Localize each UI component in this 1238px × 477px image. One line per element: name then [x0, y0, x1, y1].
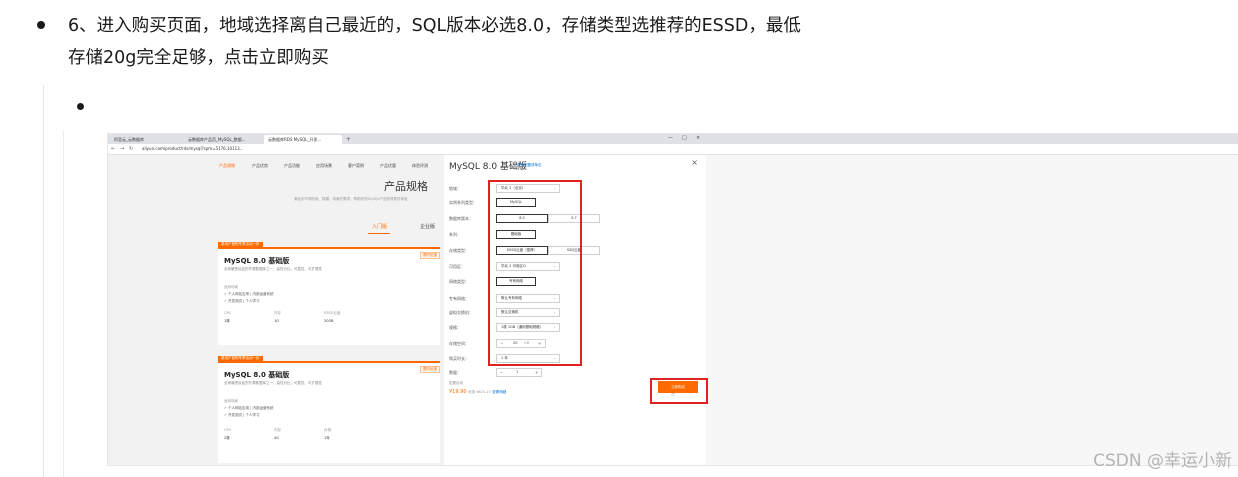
nav-tab[interactable]: 产品规格 [219, 163, 235, 169]
card-badge: 限时优惠 [420, 366, 440, 373]
close-window-icon[interactable]: × [696, 134, 700, 143]
indent-guide-nested [63, 130, 64, 477]
field-label: 数据库版本： [449, 216, 473, 221]
field-label: 存储空间： [449, 341, 469, 346]
page-margin [108, 155, 214, 465]
card-scenario-label: 适用场景 [224, 285, 238, 289]
price-value: ¥19.90 [449, 389, 467, 395]
nav-tab[interactable]: 产品优势 [252, 163, 268, 169]
field-label: 系列： [449, 232, 461, 237]
tier-underline [368, 233, 390, 234]
promo-tag: 新用户首购专享活动一折 [218, 356, 263, 361]
field-label: 网络类型： [449, 279, 469, 284]
watermark: CSDN @幸运小新 [1093, 451, 1232, 471]
address-bar: ← → ↻ aliyun.com/product/rds/mysql?spm=5… [108, 144, 1238, 155]
spec-value: 2核 [224, 436, 230, 440]
card-feature: ✓ 开发测试 | 个人学习 [224, 299, 260, 303]
product-card[interactable]: 新用户首购专享活动一折 限时优惠 MySQL 8.0 基础版 全球最受欢迎的开源… [218, 356, 440, 463]
field-label: 实例系列类型： [449, 200, 477, 205]
panel-title: MySQL 8.0 基础版 [449, 162, 527, 172]
highlight-box-options [488, 180, 582, 366]
increment-button[interactable]: + [535, 369, 538, 376]
back-icon[interactable]: ← [111, 144, 115, 154]
quantity-stepper[interactable]: − 1 + [496, 368, 542, 377]
reload-icon[interactable]: ↻ [129, 144, 133, 154]
field-label: 规格： [449, 325, 461, 330]
spec-header: ESSD云盘 [324, 311, 341, 315]
price: ¥19.90 优惠 ¥625.10 查看明细 [449, 389, 506, 395]
nav-tab[interactable]: 产品功能 [284, 163, 300, 169]
price-note: 优惠 ¥625.10 [468, 390, 491, 394]
web-page: 产品规格 产品优势 产品功能 应用场景 客户案例 产品优惠 体验评测 产品规格 … [108, 155, 1238, 465]
field-label: 数量： [449, 370, 461, 375]
spec-header: CPU [224, 311, 232, 315]
price-detail-link[interactable]: 查看明细 [492, 390, 506, 394]
step-line-2: 存储20g完全足够，点击立即购买 [68, 48, 329, 68]
field-label: 地域： [449, 186, 461, 191]
card-scenario-label: 适用场景 [224, 399, 238, 403]
spec-header: CPU [224, 428, 232, 432]
browser-tab-active[interactable]: 云数据库RDS MySQL_开发... [264, 135, 342, 144]
card-title: MySQL 8.0 基础版 [224, 371, 290, 379]
spec-value: 1G [274, 319, 279, 323]
card-title: MySQL 8.0 基础版 [224, 257, 290, 265]
embedded-screenshot: 阿里云_云数据库 云数据库产品页_MySQL_数据... 云数据库RDS MyS… [107, 133, 1238, 466]
spec-value: 20GB [324, 319, 334, 323]
product-content: 产品规格 产品优势 产品功能 应用场景 客户案例 产品优惠 体验评测 产品规格 … [214, 155, 444, 465]
nav-tab[interactable]: 体验评测 [412, 163, 428, 169]
product-card[interactable]: 新用户首购专享活动一折 限时优惠 MySQL 8.0 基础版 全球最受欢迎的开源… [218, 242, 440, 345]
indent-guide [43, 85, 44, 477]
spec-header: 内存 [274, 428, 281, 432]
new-tab-button[interactable]: + [346, 135, 351, 144]
more-config-link[interactable]: 更多配置请单击 [517, 163, 542, 168]
price-label: 配置费用 [449, 381, 463, 385]
tier-tab-entry[interactable]: 入门版 [372, 223, 387, 230]
nav-tab[interactable]: 客户案例 [348, 163, 364, 169]
card-desc: 全球最受欢迎的开源数据库之一，高性价比，可靠性，可扩展性 [224, 381, 322, 385]
promo-tag: 新用户首购专享活动一折 [218, 242, 263, 247]
highlight-box-buy [650, 378, 708, 404]
decrement-button[interactable]: − [500, 369, 503, 376]
sub-list-bullet [77, 103, 84, 110]
field-label: 虚拟交换机： [449, 310, 473, 315]
field-label: 专有网络： [449, 296, 469, 301]
field-label: 存储类型： [449, 248, 469, 253]
card-feature: ✓ 个人网站应用 | 内部运营系统 [224, 406, 274, 410]
browser-tab[interactable]: 阿里云_云数据库 [110, 135, 182, 144]
card-feature: ✓ 开发测试 | 个人学习 [224, 413, 260, 417]
spec-value: 1核 [224, 319, 230, 323]
step-line-1: 6、进入购买页面，地域选择离自己最近的，SQL版本必选8.0，存储类型选推荐的E… [68, 16, 801, 36]
maximize-icon[interactable]: □ [682, 134, 687, 143]
stepper-value: 1 [516, 370, 519, 374]
spec-header: 内存 [274, 311, 281, 315]
tier-tab-enterprise[interactable]: 企业版 [420, 223, 435, 230]
forward-icon[interactable]: → [120, 144, 124, 154]
browser-tab[interactable]: 云数据库产品页_MySQL_数据... [184, 135, 262, 144]
section-subtitle: 满足你不同阶段、规模、场景的需求，帮助你的MySQL产品获得更好体验 [294, 197, 408, 201]
page-nav: 产品规格 产品优势 产品功能 应用场景 客户案例 产品优惠 体验评测 [214, 163, 444, 173]
url-field[interactable]: aliyun.com/product/rds/mysql?spm=5176.10… [142, 145, 244, 153]
step-text: 6、进入购买页面，地域选择离自己最近的，SQL版本必选8.0，存储类型选推荐的E… [68, 10, 1218, 74]
spec-value: 4G [274, 436, 279, 440]
field-label: 可用区： [449, 264, 465, 269]
browser-tabbar: 阿里云_云数据库 云数据库产品页_MySQL_数据... 云数据库RDS MyS… [108, 134, 1238, 144]
card-badge: 限时优惠 [420, 252, 440, 259]
nav-tab[interactable]: 应用场景 [316, 163, 332, 169]
list-bullet [37, 21, 45, 29]
card-feature: ✓ 个人网站应用 | 内部运营系统 [224, 292, 274, 296]
spec-value: 1年 [324, 436, 330, 440]
spec-header: 存储 [324, 428, 331, 432]
minimize-icon[interactable]: — [668, 134, 673, 143]
field-label: 购买时长： [449, 356, 469, 361]
section-title: 产品规格 [384, 180, 428, 193]
card-desc: 全球最受欢迎的开源数据库之一，高性价比，可靠性，可扩展性 [224, 267, 322, 271]
nav-tab[interactable]: 产品优惠 [380, 163, 396, 169]
close-icon[interactable]: × [691, 158, 698, 167]
